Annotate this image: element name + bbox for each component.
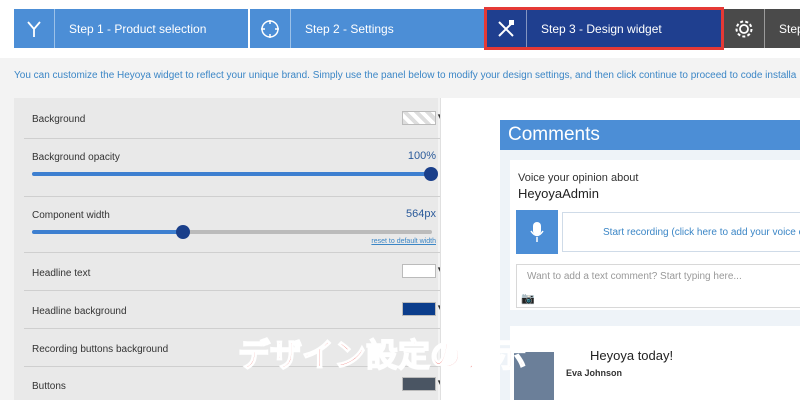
opacity-label: Background opacity — [32, 152, 120, 163]
headline-text-row: Headline text ▼ — [24, 252, 444, 291]
fork-icon — [14, 9, 55, 48]
intro-text: You can customize the Heyoya widget to r… — [14, 70, 797, 81]
gear-icon — [724, 9, 765, 48]
text-comment-input[interactable]: Want to add a text comment? Start typing… — [516, 264, 800, 308]
step-design-widget[interactable]: Step 3 - Design widget — [484, 7, 724, 50]
recording-bg-label: Recording buttons background — [32, 344, 169, 355]
step-settings[interactable]: Step 2 - Settings — [250, 9, 484, 48]
microphone-icon[interactable] — [516, 210, 558, 254]
width-label: Component width — [32, 210, 110, 221]
buttons-swatch[interactable] — [402, 377, 436, 391]
step-product-selection[interactable]: Step 1 - Product selection — [14, 9, 248, 48]
opacity-value: 100% — [407, 150, 436, 162]
crosshair-icon — [250, 9, 291, 48]
username: HeyoyaAdmin — [518, 186, 599, 201]
comment-title: Heyoya today! — [590, 348, 674, 363]
comments-header: Comments — [500, 120, 800, 150]
width-slider[interactable] — [32, 230, 432, 234]
step-next[interactable]: Step — [724, 9, 800, 48]
comment-item: Heyoya today! Eva Johnson — [510, 326, 800, 400]
width-slider-handle[interactable] — [176, 225, 190, 239]
start-recording-button[interactable]: Start recording (click here to add your … — [562, 212, 800, 252]
background-row: Background ▼ — [24, 98, 444, 139]
opacity-row: Background opacity 100% — [24, 138, 444, 197]
buttons-label: Buttons — [32, 381, 66, 392]
design-tools-icon — [486, 9, 527, 48]
headline-text-swatch[interactable] — [402, 264, 436, 278]
wizard-steps: Step 1 - Product selection Step 2 - Sett… — [0, 0, 800, 58]
width-value: 564px — [406, 208, 436, 220]
opacity-slider-handle[interactable] — [424, 167, 438, 181]
opacity-slider[interactable] — [32, 172, 432, 176]
step-label: Step — [779, 21, 800, 36]
overlay-caption: デザイン設定の表示 — [237, 335, 527, 375]
text-comment-placeholder: Want to add a text comment? Start typing… — [527, 271, 742, 282]
comments-widget: Comments Voice your opinion about Heyoya… — [500, 120, 800, 400]
step-label: Step 3 - Design widget — [541, 21, 662, 36]
reset-width-link[interactable]: reset to default width — [371, 238, 436, 245]
step-label: Step 2 - Settings — [305, 21, 394, 36]
camera-icon[interactable]: 📷 — [521, 292, 535, 305]
headline-text-label: Headline text — [32, 268, 91, 279]
background-label: Background — [32, 114, 86, 125]
background-swatch[interactable] — [402, 111, 436, 125]
width-row: Component width 564px reset to default w… — [24, 196, 444, 253]
comment-author: Eva Johnson — [566, 368, 623, 378]
headline-bg-swatch[interactable] — [402, 302, 436, 316]
voice-card: Voice your opinion about HeyoyaAdmin Sta… — [510, 160, 800, 310]
headline-bg-row: Headline background ▼ — [24, 290, 444, 329]
headline-bg-label: Headline background — [32, 306, 127, 317]
step-label: Step 1 - Product selection — [69, 21, 207, 36]
voice-prompt: Voice your opinion about — [518, 172, 639, 184]
